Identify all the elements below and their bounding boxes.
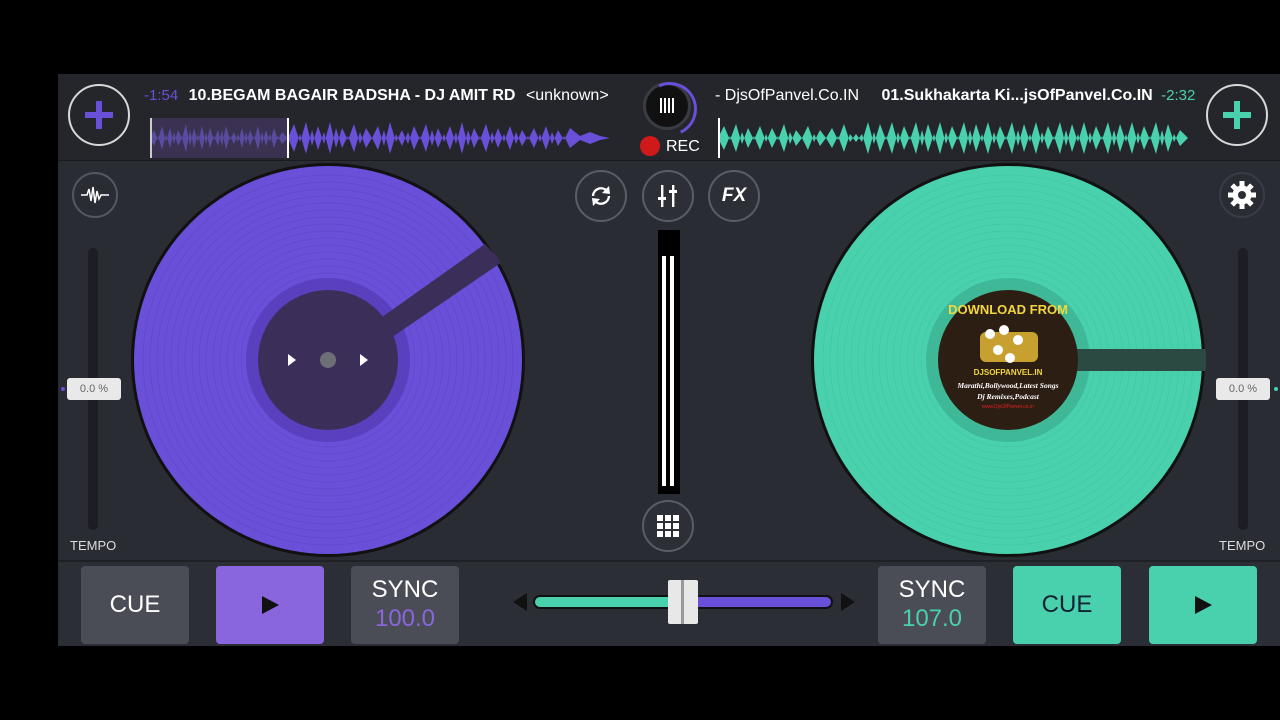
left-track-artist: <unknown> xyxy=(525,87,609,104)
cover-text-line1: DOWNLOAD FROM xyxy=(948,302,1068,317)
record-icon[interactable] xyxy=(640,136,660,156)
cover-text-line2: DJSOFPANVEL.IN xyxy=(974,368,1043,377)
left-tempo-marker xyxy=(61,387,65,391)
play-icon xyxy=(262,596,279,614)
play-icon xyxy=(1195,596,1212,614)
record-label[interactable]: REC xyxy=(666,138,700,156)
cover-text-line5: www.DjsOfPanvel.co.in xyxy=(982,404,1034,410)
settings-icon xyxy=(1228,181,1256,209)
left-time-remaining: -1:54 xyxy=(144,87,179,104)
cover-text-line4: Dj Remixes,Podcast xyxy=(976,392,1040,401)
add-icon xyxy=(1223,101,1251,129)
waveform-view-button[interactable] xyxy=(72,172,118,218)
left-tempo-value[interactable]: 0.0 % xyxy=(67,378,121,400)
left-vinyl[interactable] xyxy=(130,162,526,558)
loop-button[interactable] xyxy=(575,170,627,222)
left-play-button[interactable] xyxy=(216,566,324,644)
left-turntable[interactable] xyxy=(130,162,526,558)
crossfader[interactable] xyxy=(513,580,855,624)
right-add-track-button[interactable] xyxy=(1206,84,1268,146)
vu-meter xyxy=(658,230,680,494)
grid-icon xyxy=(657,515,679,537)
left-cue-label: CUE xyxy=(109,591,161,618)
left-waveform[interactable] xyxy=(150,118,620,158)
right-track-info[interactable]: - DjsOfPanvel.Co.IN 01.Sukhakarta Ki...j… xyxy=(715,87,1195,105)
settings-button[interactable] xyxy=(1219,172,1265,218)
left-tempo-label: TEMPO xyxy=(70,538,117,553)
right-vinyl[interactable]: DOWNLOAD FROM DJSOFPANVEL.IN Marathi,Bol… xyxy=(810,162,1206,558)
loop-icon xyxy=(591,186,611,206)
top-bar: -1:54 10.BEGAM BAGAIR BADSHA - DJ AMIT R… xyxy=(58,74,1280,161)
right-cue-button[interactable]: CUE xyxy=(1013,566,1121,644)
dj-app: -1:54 10.BEGAM BAGAIR BADSHA - DJ AMIT R… xyxy=(58,74,1280,646)
waveform-icon xyxy=(81,186,109,204)
pads-button[interactable] xyxy=(642,500,694,552)
right-turntable[interactable]: DOWNLOAD FROM DJSOFPANVEL.IN Marathi,Bol… xyxy=(810,162,1206,558)
record-area: REC xyxy=(638,80,702,158)
right-tempo-marker xyxy=(1274,387,1278,391)
fx-label: FX xyxy=(721,185,747,206)
left-track-title: 10.BEGAM BAGAIR BADSHA - DJ AMIT RD xyxy=(188,87,516,104)
right-sync-label: SYNC xyxy=(898,576,966,603)
level-icon xyxy=(660,98,674,113)
crossfader-left-arrow-icon xyxy=(513,593,527,611)
crossfader-right-arrow-icon xyxy=(841,593,855,611)
left-add-track-button[interactable] xyxy=(68,84,130,146)
left-cue-button[interactable]: CUE xyxy=(81,566,189,644)
mixer-button[interactable] xyxy=(642,170,694,222)
right-tempo-value[interactable]: 0.0 % xyxy=(1216,378,1270,400)
vu-meter-left-bar xyxy=(662,256,666,486)
right-sync-button[interactable]: SYNC 107.0 xyxy=(878,566,986,644)
left-track-info[interactable]: -1:54 10.BEGAM BAGAIR BADSHA - DJ AMIT R… xyxy=(144,87,609,105)
right-cue-label: CUE xyxy=(1041,591,1093,618)
left-sync-label: SYNC xyxy=(371,576,439,603)
right-bpm: 107.0 xyxy=(901,605,963,632)
mixer-icon xyxy=(658,185,677,207)
left-sync-button[interactable]: SYNC 100.0 xyxy=(351,566,459,644)
master-volume-knob[interactable] xyxy=(643,82,691,130)
vu-meter-right-bar xyxy=(670,256,674,486)
right-play-button[interactable] xyxy=(1149,566,1257,644)
fx-button[interactable]: FX xyxy=(708,170,760,222)
add-icon xyxy=(85,101,113,129)
right-time-remaining: -2:32 xyxy=(1161,87,1196,104)
right-tempo-label: TEMPO xyxy=(1219,538,1266,553)
cover-text-line3: Marathi,Bollywood,Latest Songs xyxy=(956,381,1058,390)
bottom-bar: CUE SYNC 100.0 SYNC 107.0 CUE xyxy=(58,560,1280,646)
right-waveform[interactable] xyxy=(718,118,1188,158)
left-bpm: 100.0 xyxy=(374,605,436,632)
right-track-title: 01.Sukhakarta Ki...jsOfPanvel.Co.IN xyxy=(881,87,1153,104)
right-track-artist: - DjsOfPanvel.Co.IN xyxy=(715,87,860,104)
